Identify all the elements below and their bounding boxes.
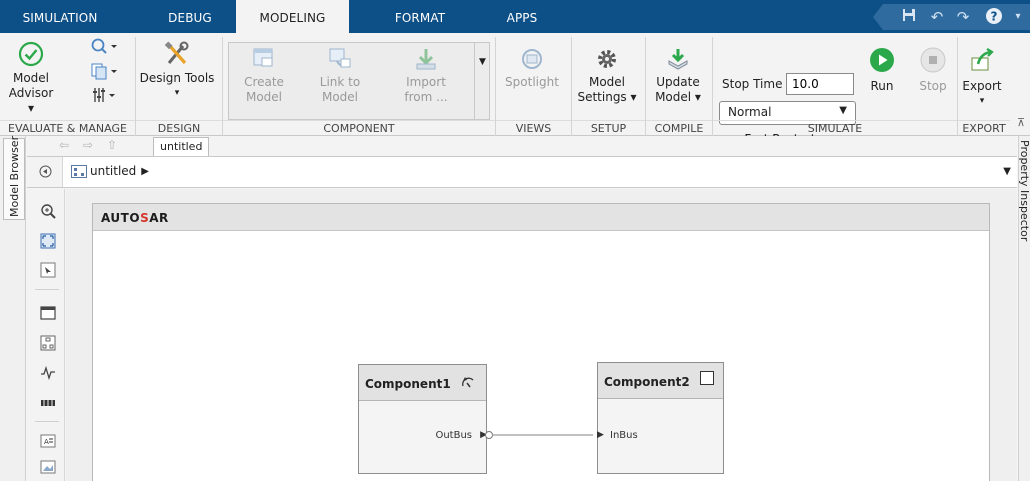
- tab-apps[interactable]: APPS: [487, 0, 557, 33]
- empty-component-icon: [700, 371, 714, 385]
- outbus-port-label: OutBus: [435, 430, 472, 441]
- address-dropdown-icon[interactable]: ▼: [1003, 166, 1011, 177]
- save-icon[interactable]: [899, 7, 919, 27]
- section-simulate: SIMULATE: [713, 120, 957, 136]
- design-tools-button[interactable]: Design Tools ▾: [138, 41, 216, 101]
- breadcrumb-arrow-icon: ▶: [141, 165, 149, 177]
- run-button[interactable]: Run: [864, 47, 900, 94]
- redo-icon[interactable]: ↷: [953, 7, 973, 27]
- editor-nav-row: ⇦ ⇨ ⇧ untitled: [27, 136, 1017, 157]
- document-tab-untitled[interactable]: untitled: [153, 137, 209, 157]
- undo-icon[interactable]: ↶: [927, 7, 947, 27]
- stop-time-label: Stop Time: [722, 77, 783, 91]
- sliders-icon: [93, 88, 115, 102]
- inbus-port-label: InBus: [610, 430, 638, 441]
- component2-block[interactable]: Component2 ▶ InBus: [597, 362, 724, 474]
- compare-icon: [91, 63, 117, 80]
- model-icon: [71, 164, 87, 178]
- create-model-icon: [253, 48, 273, 67]
- chevron-down-icon: ▾: [979, 96, 985, 106]
- section-setup: SETUP: [572, 120, 645, 136]
- magnifier-icon: [91, 38, 117, 54]
- fit-to-view-icon[interactable]: [40, 233, 56, 249]
- breadcrumb[interactable]: untitled ▶: [71, 164, 149, 178]
- export-icon: [971, 48, 994, 71]
- help-dropdown-icon[interactable]: ▾: [1008, 7, 1028, 27]
- component-block-icon[interactable]: [40, 335, 56, 351]
- editor-palette: A: [27, 189, 65, 481]
- help-icon[interactable]: ?: [983, 7, 1005, 27]
- component2-title: Component2: [604, 375, 690, 389]
- spotlight-icon: [522, 49, 542, 69]
- model-browser-strip: Model Browser: [0, 136, 26, 481]
- import-from-button[interactable]: Import from ...: [396, 47, 456, 105]
- up-arrow-icon[interactable]: ⇧: [105, 138, 119, 152]
- stop-button[interactable]: Stop: [915, 47, 951, 94]
- model-canvas[interactable]: AUTOSAR Component1 OutBus ▶ Component2 ▶…: [66, 189, 1017, 481]
- signal-icon[interactable]: [40, 365, 56, 381]
- ribbon: Model Advisor ▾ Design Tools ▾ Create Mo…: [0, 33, 1030, 146]
- section-design: DESIGN: [136, 120, 222, 136]
- zoom-icon[interactable]: [40, 203, 56, 219]
- chevron-down-icon: ▼: [839, 105, 847, 116]
- create-model-button[interactable]: Create Model: [238, 47, 290, 105]
- play-icon: [870, 48, 894, 72]
- toolstrip-tab-bar: SIMULATION DEBUG MODELING FORMAT APPS ↶ …: [0, 0, 1030, 35]
- tab-modeling[interactable]: MODELING: [236, 0, 349, 35]
- chevron-down-icon: ▾: [174, 88, 180, 98]
- image-annotation-icon[interactable]: [40, 459, 56, 475]
- link-model-icon: [329, 48, 351, 68]
- tab-simulation[interactable]: SIMULATION: [10, 0, 110, 33]
- checkmark-icon: [18, 41, 44, 67]
- back-arrow-icon[interactable]: ⇦: [57, 138, 71, 152]
- tab-debug[interactable]: DEBUG: [140, 0, 240, 33]
- export-button[interactable]: Export ▾: [960, 47, 1004, 109]
- model-browser-tab[interactable]: Model Browser: [3, 136, 25, 220]
- section-component: COMPONENT: [223, 120, 495, 136]
- find-button[interactable]: [78, 37, 128, 61]
- section-views: VIEWS: [496, 120, 571, 136]
- property-inspector-strip[interactable]: Property Inspector: [1018, 136, 1030, 481]
- tab-format[interactable]: FORMAT: [370, 0, 470, 33]
- quick-access-bar: [873, 4, 1030, 30]
- stop-time-input[interactable]: [786, 73, 854, 95]
- model-advisor-button[interactable]: Model Advisor ▾: [8, 41, 54, 116]
- compare-button[interactable]: [78, 61, 128, 85]
- gear-icon: [598, 50, 616, 68]
- section-evaluate-manage: EVALUATE & MANAGE: [0, 120, 135, 136]
- hide-browser-icon[interactable]: [39, 165, 52, 178]
- svg-text:A: A: [44, 438, 49, 446]
- update-model-icon: [668, 49, 688, 70]
- address-bar: untitled ▶ ▼: [27, 156, 1017, 188]
- collapse-ribbon-icon[interactable]: ⊼: [1014, 115, 1028, 130]
- bus-connection-line[interactable]: [485, 429, 603, 441]
- requirements-button[interactable]: [78, 85, 128, 109]
- spotlight-button[interactable]: Spotlight: [500, 47, 564, 90]
- tools-icon: [164, 41, 189, 65]
- section-compile: COMPILE: [646, 120, 712, 136]
- arrow-pointer-icon[interactable]: [40, 262, 56, 278]
- autosar-architecture-frame[interactable]: AUTOSAR Component1 OutBus ▶ Component2 ▶…: [92, 203, 990, 481]
- gallery-expand-icon[interactable]: ▼: [474, 42, 490, 120]
- import-icon: [416, 49, 436, 70]
- autosar-logo: AUTOSAR: [101, 211, 169, 225]
- forward-arrow-icon[interactable]: ⇨: [81, 138, 95, 152]
- inbus-port-arrow-icon[interactable]: ▶: [597, 430, 604, 440]
- annotation-area-icon[interactable]: [40, 305, 56, 321]
- update-model-button[interactable]: Update Model ▾: [648, 47, 708, 105]
- section-export: EXPORT: [958, 120, 1010, 136]
- model-settings-button[interactable]: Model Settings ▾: [574, 47, 640, 105]
- svg-text:?: ?: [991, 10, 998, 24]
- bus-icon[interactable]: [40, 395, 56, 411]
- autosar-frame-header: AUTOSAR: [93, 204, 989, 231]
- stop-icon: [920, 47, 946, 73]
- component1-block[interactable]: Component1 OutBus ▶: [358, 364, 487, 474]
- behavior-arrow-icon: [462, 377, 474, 388]
- text-annotation-icon[interactable]: A: [40, 433, 56, 449]
- link-to-model-button[interactable]: Link to Model: [314, 47, 366, 105]
- component1-title: Component1: [365, 377, 451, 391]
